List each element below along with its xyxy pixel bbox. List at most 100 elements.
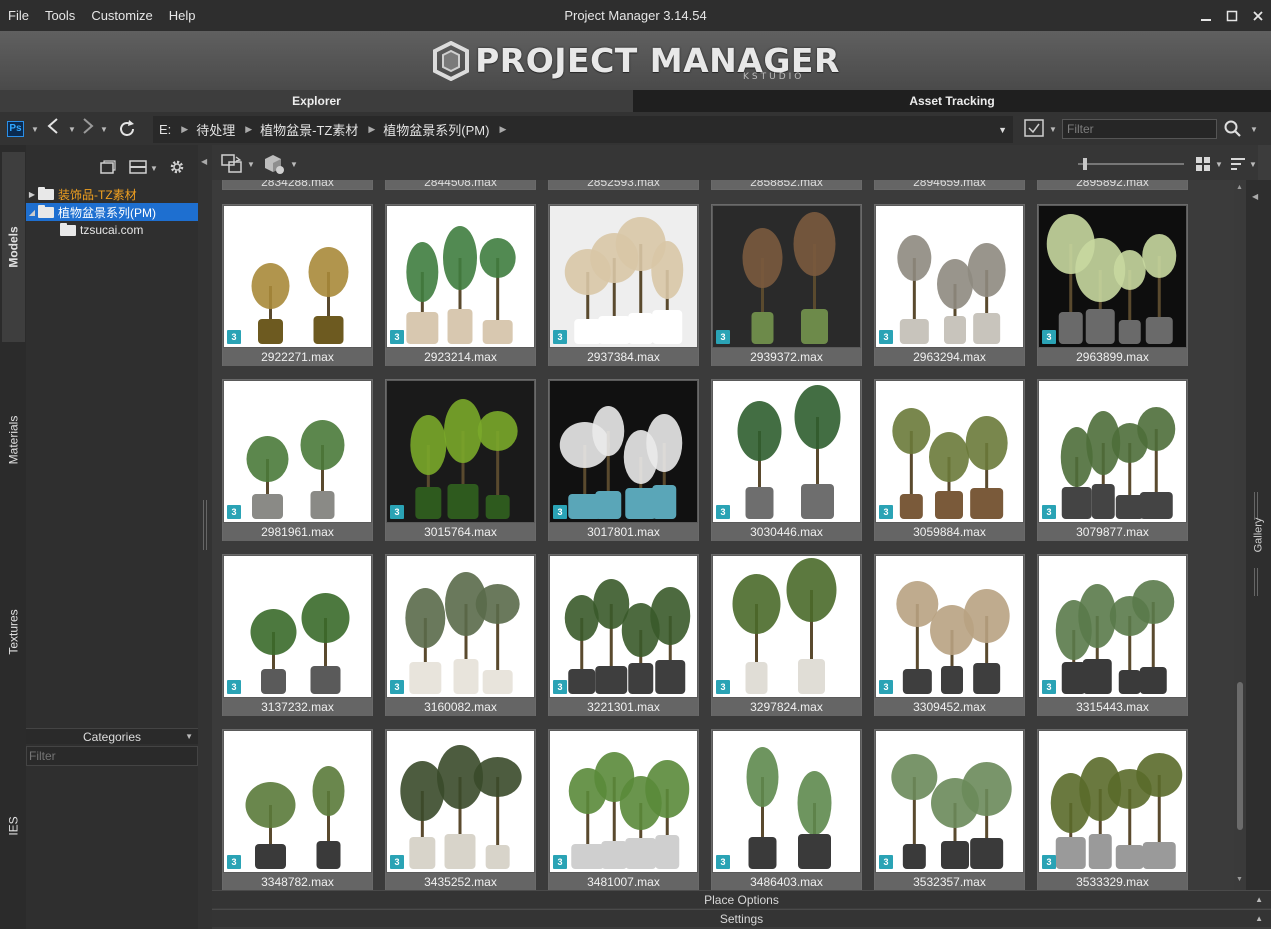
new-window-icon[interactable]: [100, 160, 116, 177]
back-icon[interactable]: [46, 117, 60, 139]
gallery-scrollbar[interactable]: ▲ ▼: [1234, 180, 1246, 890]
gallery-item[interactable]: 3 3315443.max: [1037, 554, 1188, 716]
gallery-item[interactable]: 3 3435252.max: [385, 729, 536, 890]
pot-shape: [1058, 312, 1083, 344]
layout-icon[interactable]: [129, 160, 147, 177]
menu-file[interactable]: File: [0, 0, 37, 31]
crumb-folder[interactable]: 植物盆景系列(PM): [383, 120, 495, 139]
categories-filter-input[interactable]: [26, 746, 198, 766]
place-options-bar[interactable]: Place Options ▲: [212, 890, 1271, 908]
back-dropdown-icon[interactable]: ▼: [68, 125, 76, 134]
view-filter-dropdown-icon[interactable]: ▼: [1049, 125, 1057, 134]
gallery-item-partial[interactable]: 2852593.max: [548, 180, 699, 190]
search-icon[interactable]: [1224, 120, 1242, 141]
tree-item[interactable]: ▶ 装饰品-TZ素材: [26, 185, 198, 203]
categories-header[interactable]: Categories ▼: [26, 728, 198, 744]
filter-input[interactable]: [1062, 119, 1217, 139]
gallery-item[interactable]: 3 3532357.max: [874, 729, 1025, 890]
minimize-icon[interactable]: [1193, 0, 1219, 31]
expand-right-icon[interactable]: ◀: [1252, 192, 1258, 201]
pot-shape: [902, 669, 932, 694]
tab-materials[interactable]: Materials: [2, 345, 25, 535]
scroll-down-icon[interactable]: ▼: [1236, 876, 1243, 883]
gallery-item[interactable]: 3 2937384.max: [548, 204, 699, 366]
strip-grip[interactable]: [1254, 568, 1258, 596]
crumb-folder[interactable]: 植物盆景-TZ素材: [260, 120, 364, 139]
tab-textures[interactable]: Textures: [2, 537, 25, 727]
refresh-icon[interactable]: [117, 119, 137, 143]
layout-dropdown-icon[interactable]: ▼: [150, 164, 158, 173]
scroll-up-icon[interactable]: ▲: [1236, 184, 1243, 191]
gallery-item[interactable]: 3 3481007.max: [548, 729, 699, 890]
sort-dropdown-icon[interactable]: ▼: [1249, 160, 1257, 169]
tree-item[interactable]: tzsucai.com: [26, 221, 198, 239]
grid-view-dropdown-icon[interactable]: ▼: [1215, 160, 1223, 169]
tab-explorer[interactable]: Explorer: [0, 90, 633, 112]
gallery-item[interactable]: 3 3017801.max: [548, 379, 699, 541]
gallery-item[interactable]: 3 2963899.max: [1037, 204, 1188, 366]
foliage-shape: [963, 589, 1010, 643]
collapse-arrow-icon[interactable]: ◢: [26, 208, 38, 217]
gallery-item[interactable]: 3 3160082.max: [385, 554, 536, 716]
settings-bar[interactable]: Settings ▲: [212, 909, 1271, 927]
categories-dropdown-icon[interactable]: ▼: [185, 729, 193, 745]
gallery-item[interactable]: 3 3079877.max: [1037, 379, 1188, 541]
expand-up-icon[interactable]: ▲: [1255, 910, 1263, 928]
gallery-item[interactable]: 3 3059884.max: [874, 379, 1025, 541]
gallery-item-partial[interactable]: 2844508.max: [385, 180, 536, 190]
package-icon[interactable]: [263, 153, 285, 178]
gallery-item[interactable]: 3 3030446.max: [711, 379, 862, 541]
gallery-item-partial[interactable]: 2895892.max: [1037, 180, 1188, 190]
gallery-item[interactable]: 3 3309452.max: [874, 554, 1025, 716]
grid-view-icon[interactable]: [1195, 156, 1211, 175]
gallery-item[interactable]: 3 3533329.max: [1037, 729, 1188, 890]
crumb-folder[interactable]: 待处理: [196, 120, 241, 139]
close-icon[interactable]: [1245, 0, 1271, 31]
gallery-item[interactable]: 3 3137232.max: [222, 554, 373, 716]
settings-label: Settings: [719, 912, 764, 926]
photoshop-icon[interactable]: Ps: [7, 121, 24, 137]
tab-asset-tracking[interactable]: Asset Tracking: [633, 90, 1271, 112]
gallery-item[interactable]: 3 3486403.max: [711, 729, 862, 890]
gallery-item-partial[interactable]: 2834288.max: [222, 180, 373, 190]
maximize-icon[interactable]: [1219, 0, 1245, 31]
tree-item-selected[interactable]: ◢ 植物盆景系列(PM): [26, 203, 198, 221]
sync-dropdown-icon[interactable]: ▼: [247, 160, 255, 169]
gallery-item[interactable]: 3 2939372.max: [711, 204, 862, 366]
path-dropdown-icon[interactable]: ▼: [998, 125, 1007, 135]
gallery-item-partial[interactable]: 2894659.max: [874, 180, 1025, 190]
gallery-item[interactable]: 3 2922271.max: [222, 204, 373, 366]
menu-customize[interactable]: Customize: [83, 0, 160, 31]
gallery-item[interactable]: 3 3297824.max: [711, 554, 862, 716]
menu-help[interactable]: Help: [161, 0, 204, 31]
menu-tools[interactable]: Tools: [37, 0, 83, 31]
gallery-item[interactable]: 3 2963294.max: [874, 204, 1025, 366]
sort-icon[interactable]: [1230, 156, 1246, 175]
view-filter-icon[interactable]: [1024, 119, 1044, 140]
gallery-item[interactable]: 3 3015764.max: [385, 379, 536, 541]
expand-arrow-icon[interactable]: ▶: [26, 190, 38, 199]
splitter-grip[interactable]: [203, 500, 207, 550]
tab-models[interactable]: Models: [2, 152, 25, 342]
sync-icon[interactable]: [221, 154, 243, 177]
gear-icon[interactable]: [168, 158, 186, 179]
collapse-left-icon[interactable]: ◀: [201, 157, 207, 166]
forward-dropdown-icon[interactable]: ▼: [100, 125, 108, 134]
package-dropdown-icon[interactable]: ▼: [290, 160, 298, 169]
search-dropdown-icon[interactable]: ▼: [1250, 125, 1258, 134]
gallery-item-partial[interactable]: 2858852.max: [711, 180, 862, 190]
tab-ies[interactable]: IES: [2, 731, 25, 921]
app-dropdown-icon[interactable]: ▼: [31, 125, 39, 134]
gallery-side-tab[interactable]: Gallery: [1248, 505, 1268, 565]
forward-icon[interactable]: [81, 117, 95, 139]
gallery-item[interactable]: 3 2923214.max: [385, 204, 536, 366]
panel-splitter[interactable]: ◀: [198, 145, 212, 929]
scrollbar-thumb[interactable]: [1237, 682, 1243, 830]
gallery-item[interactable]: 3 3348782.max: [222, 729, 373, 890]
crumb-drive[interactable]: E:: [159, 122, 177, 137]
gallery-item[interactable]: 3 3221301.max: [548, 554, 699, 716]
expand-up-icon[interactable]: ▲: [1255, 891, 1263, 909]
breadcrumb[interactable]: E: ▶ 待处理 ▶ 植物盆景-TZ素材 ▶ 植物盆景系列(PM) ▶ ▼: [153, 116, 1013, 143]
thumbnail-size-slider[interactable]: [1078, 158, 1184, 173]
gallery-item[interactable]: 3 2981961.max: [222, 379, 373, 541]
